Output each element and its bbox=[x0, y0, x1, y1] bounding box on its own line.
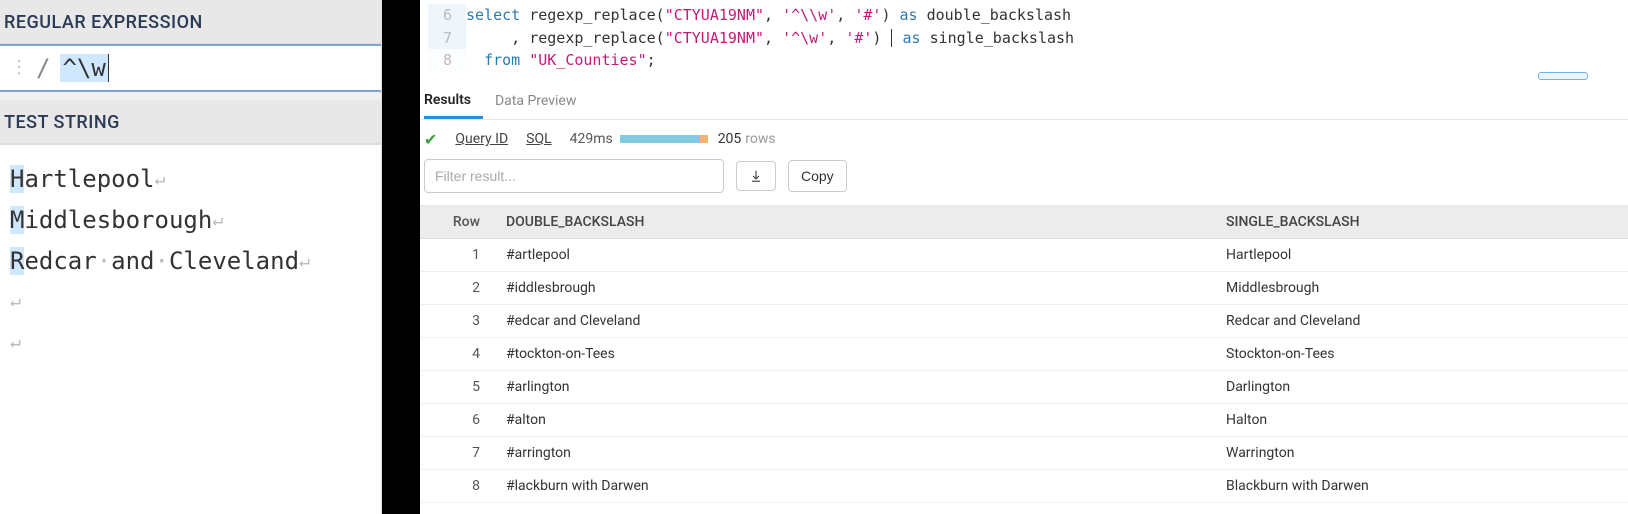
cell-double: #iddlesbrough bbox=[496, 271, 1216, 304]
test-line-empty: ↵ bbox=[10, 281, 371, 322]
cell-double: #arrington bbox=[496, 436, 1216, 469]
results-table: Row DOUBLE_BACKSLASH SINGLE_BACKSLASH 1#… bbox=[420, 206, 1628, 503]
tab-results[interactable]: Results bbox=[424, 82, 483, 119]
query-time: 429ms bbox=[570, 131, 700, 147]
test-string-section-label: TEST STRING bbox=[0, 100, 381, 144]
regex-value[interactable]: ^\w bbox=[60, 54, 108, 82]
cell-rownum: 3 bbox=[420, 304, 496, 337]
line-number: 7 bbox=[428, 27, 466, 50]
regex-delimiter: / bbox=[36, 54, 50, 82]
table-row[interactable]: 3#edcar and ClevelandRedcar and Clevelan… bbox=[420, 304, 1628, 337]
copy-button[interactable]: Copy bbox=[788, 160, 847, 192]
query-status-bar: ✔ Query ID SQL 429ms 205rows bbox=[420, 120, 1628, 159]
table-row[interactable]: 5#arlingtonDarlington bbox=[420, 370, 1628, 403]
results-table-wrap: Row DOUBLE_BACKSLASH SINGLE_BACKSLASH 1#… bbox=[420, 205, 1628, 514]
regex-input[interactable]: ⋮ / ^\w bbox=[0, 44, 381, 92]
line-number: 8 bbox=[428, 49, 466, 72]
query-id-link[interactable]: Query ID bbox=[455, 131, 508, 147]
row-count: 205rows bbox=[718, 131, 776, 147]
table-row[interactable]: 8#lackburn with DarwenBlackburn with Dar… bbox=[420, 469, 1628, 502]
cell-rownum: 6 bbox=[420, 403, 496, 436]
regex-section-label: REGULAR EXPRESSION bbox=[0, 0, 381, 44]
results-tabs: Results Data Preview bbox=[420, 82, 1628, 120]
cell-double: #arlington bbox=[496, 370, 1216, 403]
test-line: Middlesborough↵ bbox=[10, 200, 371, 241]
query-time-value: 429ms bbox=[570, 131, 613, 147]
code-line: 8 from "UK_Counties"; bbox=[428, 49, 1620, 72]
cell-double: #lackburn with Darwen bbox=[496, 469, 1216, 502]
cell-single: Stockton-on-Tees bbox=[1216, 337, 1628, 370]
cell-single: Redcar and Cleveland bbox=[1216, 304, 1628, 337]
table-row[interactable]: 1#artlepoolHartlepool bbox=[420, 238, 1628, 271]
test-line-empty: ↵ bbox=[10, 322, 371, 363]
code-content: select regexp_replace("CTYUA19NM", '^\\w… bbox=[466, 4, 1071, 27]
code-content: , regexp_replace("CTYUA19NM", '^\w', '#'… bbox=[466, 27, 1074, 50]
table-row[interactable]: 6#altonHalton bbox=[420, 403, 1628, 436]
table-row[interactable]: 2#iddlesbroughMiddlesbrough bbox=[420, 271, 1628, 304]
cell-double: #alton bbox=[496, 403, 1216, 436]
code-line: 6select regexp_replace("CTYUA19NM", '^\\… bbox=[428, 4, 1620, 27]
cell-single: Halton bbox=[1216, 403, 1628, 436]
table-row[interactable]: 7#arringtonWarrington bbox=[420, 436, 1628, 469]
pane-divider bbox=[382, 0, 420, 514]
cell-double: #tockton-on-Tees bbox=[496, 337, 1216, 370]
cell-rownum: 1 bbox=[420, 238, 496, 271]
cell-rownum: 7 bbox=[420, 436, 496, 469]
test-line: Hartlepool↵ bbox=[10, 159, 371, 200]
rows-label: rows bbox=[745, 131, 775, 147]
download-icon bbox=[749, 169, 763, 183]
drag-handle-icon: ⋮ bbox=[10, 59, 28, 77]
cell-rownum: 5 bbox=[420, 370, 496, 403]
timing-bar-icon bbox=[620, 135, 700, 143]
cell-rownum: 2 bbox=[420, 271, 496, 304]
success-check-icon: ✔ bbox=[424, 130, 437, 149]
cell-single: Middlesbrough bbox=[1216, 271, 1628, 304]
test-line: Redcar·and·Cleveland↵ bbox=[10, 241, 371, 282]
col-header-row[interactable]: Row bbox=[420, 206, 496, 239]
results-controls: Copy bbox=[420, 159, 1628, 205]
pane-resize-handle[interactable] bbox=[1538, 72, 1588, 80]
code-content: from "UK_Counties"; bbox=[466, 49, 656, 72]
regex-tester-pane: REGULAR EXPRESSION ⋮ / ^\w TEST STRING H… bbox=[0, 0, 382, 514]
tab-data-preview[interactable]: Data Preview bbox=[495, 83, 588, 117]
cell-single: Hartlepool bbox=[1216, 238, 1628, 271]
code-line: 7 , regexp_replace("CTYUA19NM", '^\w', '… bbox=[428, 27, 1620, 50]
col-header-single[interactable]: SINGLE_BACKSLASH bbox=[1216, 206, 1628, 239]
sql-link[interactable]: SQL bbox=[526, 131, 551, 147]
row-count-value: 205 bbox=[718, 131, 742, 147]
cell-single: Darlington bbox=[1216, 370, 1628, 403]
cell-single: Warrington bbox=[1216, 436, 1628, 469]
test-string-area[interactable]: Hartlepool↵Middlesborough↵Redcar·and·Cle… bbox=[0, 144, 381, 514]
table-header-row: Row DOUBLE_BACKSLASH SINGLE_BACKSLASH bbox=[420, 206, 1628, 239]
cell-single: Blackburn with Darwen bbox=[1216, 469, 1628, 502]
download-button[interactable] bbox=[736, 161, 776, 191]
cell-double: #artlepool bbox=[496, 238, 1216, 271]
cell-rownum: 4 bbox=[420, 337, 496, 370]
col-header-double[interactable]: DOUBLE_BACKSLASH bbox=[496, 206, 1216, 239]
cell-double: #edcar and Cleveland bbox=[496, 304, 1216, 337]
filter-input[interactable] bbox=[424, 159, 724, 193]
line-number: 6 bbox=[428, 4, 466, 27]
table-row[interactable]: 4#tockton-on-TeesStockton-on-Tees bbox=[420, 337, 1628, 370]
sql-editor[interactable]: 6select regexp_replace("CTYUA19NM", '^\\… bbox=[420, 0, 1628, 82]
sql-results-pane: 6select regexp_replace("CTYUA19NM", '^\\… bbox=[420, 0, 1628, 514]
cell-rownum: 8 bbox=[420, 469, 496, 502]
